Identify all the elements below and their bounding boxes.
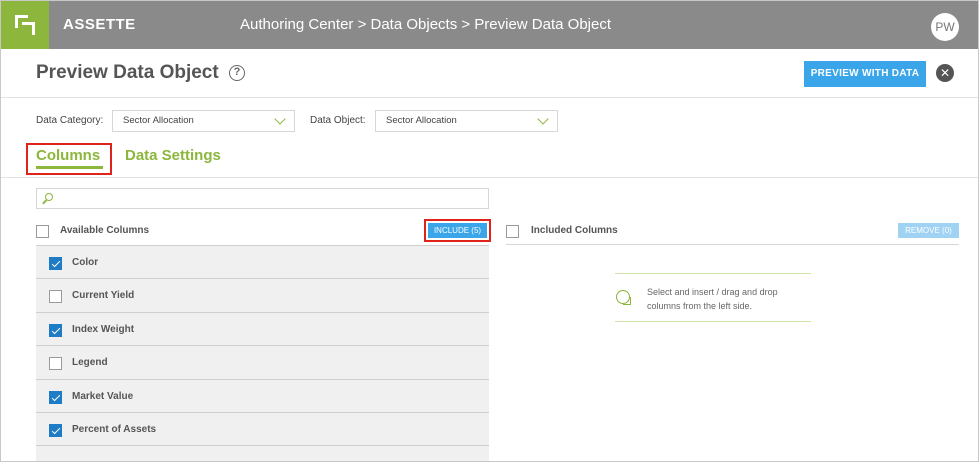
list-item[interactable]: Legend — [36, 345, 489, 378]
row-checkbox[interactable] — [49, 423, 62, 437]
data-object-label: Data Object: — [310, 115, 366, 126]
empty-state-top-line — [615, 273, 811, 274]
logo-icon — [15, 15, 35, 35]
row-checkbox[interactable] — [49, 357, 62, 371]
top-bar: ASSETTE Authoring Center > Data Objects … — [1, 1, 978, 49]
column-label: Legend — [72, 357, 108, 369]
tab-data-settings[interactable]: Data Settings — [125, 147, 221, 164]
brand-name: ASSETTE — [63, 16, 136, 33]
list-item[interactable]: Index Weight — [36, 311, 489, 345]
row-checkbox[interactable] — [49, 290, 62, 304]
data-object-select[interactable]: Sector Allocation — [375, 110, 558, 132]
logo[interactable] — [1, 1, 49, 49]
search-icon — [45, 193, 53, 201]
page-title: Preview Data Object — [36, 62, 219, 83]
included-columns-title: Included Columns — [531, 225, 618, 236]
avatar[interactable]: PW — [931, 13, 959, 41]
header-divider — [1, 97, 978, 98]
search-input[interactable] — [36, 188, 489, 209]
app-window: ASSETTE Authoring Center > Data Objects … — [0, 0, 979, 462]
list-item[interactable]: Color — [36, 245, 489, 278]
list-item[interactable]: Percent of Assets — [36, 411, 489, 445]
column-label: Market Value — [72, 390, 134, 402]
highlight-box-columns-tab — [26, 143, 112, 175]
column-label: Index Weight — [72, 323, 135, 335]
remove-button[interactable]: REMOVE (0) — [898, 223, 959, 238]
list-item[interactable]: Current Yield — [36, 278, 489, 311]
column-label: Color — [72, 257, 99, 268]
available-columns-list: Color Current Yield Index Weight Legend … — [36, 245, 489, 461]
included-header-divider — [506, 244, 959, 245]
empty-state-bottom-line — [615, 321, 811, 322]
help-icon[interactable]: ? — [229, 65, 245, 81]
select-all-available-checkbox[interactable] — [36, 225, 49, 238]
chevron-down-icon — [274, 113, 286, 125]
close-icon[interactable]: ✕ — [936, 64, 954, 82]
row-checkbox[interactable] — [49, 390, 62, 404]
select-all-included-checkbox[interactable] — [506, 225, 519, 238]
list-item[interactable]: Market Value — [36, 378, 489, 412]
data-category-select[interactable]: Sector Allocation — [112, 110, 295, 132]
available-columns-title: Available Columns — [60, 225, 150, 236]
preview-with-data-button[interactable]: PREVIEW WITH DATA — [804, 61, 926, 87]
tabs-divider — [1, 177, 978, 178]
data-object-value: Sector Allocation — [386, 115, 457, 126]
drag-drop-icon — [616, 290, 631, 305]
column-label: Current Yield — [72, 290, 135, 302]
row-checkbox[interactable] — [49, 257, 62, 270]
breadcrumb[interactable]: Authoring Center > Data Objects > Previe… — [240, 16, 611, 33]
highlight-box-include-button — [424, 219, 491, 242]
data-category-value: Sector Allocation — [123, 115, 194, 126]
chevron-down-icon — [537, 113, 549, 125]
data-category-label: Data Category: — [36, 115, 104, 126]
column-label: Percent of Assets — [72, 423, 157, 435]
list-item-partial[interactable] — [36, 445, 489, 461]
empty-state-message: Select and insert / drag and drop column… — [647, 287, 778, 311]
row-checkbox[interactable] — [49, 323, 62, 337]
